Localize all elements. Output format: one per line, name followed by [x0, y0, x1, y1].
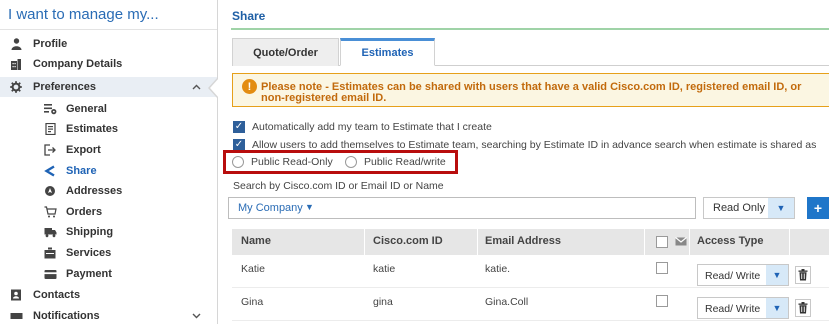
email-icon[interactable]	[675, 237, 687, 249]
sidebar-item-label: Preferences	[33, 81, 96, 93]
column-divider	[644, 229, 645, 255]
table-header: Name Cisco.com ID Email Address Access T…	[232, 229, 829, 255]
sidebar-item-orders[interactable]: Orders	[0, 202, 217, 222]
cell-cisco-id: katie	[373, 263, 396, 275]
sidebar-item-label: General	[66, 103, 107, 115]
sidebar-item-label: Payment	[66, 268, 112, 280]
dropdown-arrow-icon[interactable]: ▼	[768, 198, 794, 218]
sidebar-item-shipping[interactable]: Shipping	[0, 222, 217, 242]
sidebar-item-profile[interactable]: Profile	[0, 34, 217, 54]
warning-icon: !	[242, 79, 257, 94]
services-icon	[43, 246, 57, 260]
select-all-checkbox[interactable]	[656, 236, 668, 248]
sidebar-item-label: Notifications	[33, 310, 100, 322]
sidebar-item-label: Shipping	[66, 226, 114, 238]
general-settings-icon	[43, 102, 57, 116]
sidebar-item-label: Contacts	[33, 289, 81, 301]
sidebar-item-general[interactable]: General	[0, 99, 217, 119]
access-type-select[interactable]: Read Only ▼	[703, 197, 795, 219]
delete-icon[interactable]	[795, 299, 811, 317]
search-label: Search by Cisco.com ID or Email ID or Na…	[233, 180, 444, 192]
sidebar: I want to manage my... Profile Company D…	[0, 0, 218, 324]
cell-cisco-id: gina	[373, 296, 393, 308]
sidebar-item-services[interactable]: Services	[0, 243, 217, 263]
sidebar-item-estimates[interactable]: Estimates	[0, 119, 217, 139]
person-icon	[9, 37, 23, 51]
title-divider	[231, 28, 829, 30]
export-icon	[43, 143, 57, 157]
location-pin-icon	[43, 184, 57, 198]
sidebar-item-payment[interactable]: Payment	[0, 264, 217, 284]
share-icon	[43, 164, 57, 178]
dropdown-arrow-icon[interactable]: ▼	[766, 298, 788, 318]
sidebar-item-contacts[interactable]: Contacts	[0, 285, 217, 305]
table-row: Gina gina Gina.Coll Read/ Write ▼	[232, 289, 829, 321]
row-access-select[interactable]: Read/ Write ▼	[697, 264, 789, 286]
gear-icon	[9, 80, 23, 94]
tab-bar: Quote/Order Estimates	[232, 38, 829, 66]
column-header-cisco-id: Cisco.com ID	[373, 235, 443, 247]
notice-text: Please note - Estimates can be shared wi…	[261, 81, 802, 104]
company-filter[interactable]: My Company	[238, 202, 303, 214]
sidebar-item-label: Profile	[33, 38, 68, 50]
sidebar-item-label: Export	[66, 144, 101, 156]
column-divider	[477, 229, 478, 255]
cell-email: Gina.Coll	[485, 296, 529, 308]
delete-icon[interactable]	[795, 266, 811, 284]
column-header-email: Email Address	[485, 235, 562, 247]
sidebar-item-label: Orders	[66, 206, 103, 218]
tab-quote-order[interactable]: Quote/Order	[232, 38, 339, 66]
cell-name: Gina	[241, 296, 264, 308]
truck-icon	[43, 225, 57, 239]
document-icon	[43, 122, 57, 136]
table-row: Katie katie katie. Read/ Write ▼	[232, 256, 829, 288]
sidebar-item-label: Services	[66, 247, 112, 259]
row-access-value: Read/ Write	[705, 270, 761, 282]
row-checkbox[interactable]	[656, 262, 668, 274]
sidebar-item-label: Addresses	[66, 185, 123, 197]
auto-add-team-checkbox[interactable]: ✓	[233, 121, 245, 133]
column-divider	[789, 229, 790, 255]
sidebar-item-addresses[interactable]: Addresses	[0, 181, 217, 201]
chevron-up-icon[interactable]	[192, 82, 201, 93]
dropdown-arrow-icon[interactable]: ▼	[766, 265, 788, 285]
row-access-select[interactable]: Read/ Write ▼	[697, 297, 789, 319]
notification-icon	[9, 309, 23, 323]
sidebar-item-share[interactable]: Share	[0, 161, 217, 181]
main-panel: Share Quote/Order Estimates ! Please not…	[219, 0, 829, 324]
column-divider	[689, 229, 690, 255]
access-type-value: Read Only	[713, 202, 765, 214]
contacts-icon	[9, 288, 23, 302]
tab-estimates[interactable]: Estimates	[340, 38, 435, 66]
building-icon	[9, 57, 23, 71]
column-header-access-type: Access Type	[697, 235, 764, 247]
caret-down-icon[interactable]: ▼	[305, 202, 314, 212]
sidebar-item-label: Estimates	[66, 123, 118, 135]
search-input[interactable]: My Company ▼	[228, 197, 696, 219]
column-divider	[364, 229, 365, 255]
sidebar-item-notifications[interactable]: Notifications	[0, 306, 217, 324]
notice-banner: ! Please note - Estimates can be shared …	[232, 73, 829, 107]
row-access-value: Read/ Write	[705, 303, 761, 315]
highlight-box	[223, 150, 458, 174]
cart-icon	[43, 205, 57, 219]
sidebar-heading: I want to manage my...	[0, 0, 217, 30]
chevron-down-icon[interactable]	[192, 311, 201, 322]
add-user-button[interactable]: +	[807, 197, 829, 219]
column-header-name: Name	[241, 235, 271, 247]
cell-name: Katie	[241, 263, 265, 275]
cell-email: katie.	[485, 263, 511, 275]
sidebar-item-company-details[interactable]: Company Details	[0, 54, 217, 74]
sidebar-item-label: Share	[66, 165, 97, 177]
sidebar-item-label: Company Details	[33, 58, 123, 70]
row-checkbox[interactable]	[656, 295, 668, 307]
sidebar-item-export[interactable]: Export	[0, 140, 217, 160]
auto-add-team-label: Automatically add my team to Estimate th…	[252, 121, 492, 133]
page-title: Share	[232, 9, 266, 23]
sidebar-item-preferences[interactable]: Preferences	[0, 77, 217, 97]
credit-card-icon	[43, 267, 57, 281]
